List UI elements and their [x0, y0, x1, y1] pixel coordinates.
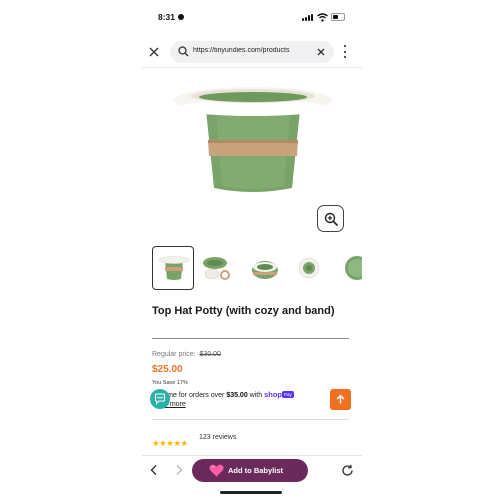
home-indicator [220, 491, 282, 494]
heart-icon [209, 464, 224, 477]
status-time: 8:31 [158, 12, 176, 22]
thumbnail-strip [152, 246, 362, 290]
zoom-button[interactable] [317, 205, 344, 232]
star-icon: ★ [180, 438, 189, 448]
browser-bar: https://tinyundies.com/products [142, 40, 362, 66]
thumbnail-4[interactable] [290, 246, 332, 290]
shop-pay-badge: Pay [282, 391, 294, 398]
thumbnail-2[interactable] [198, 246, 240, 290]
chat-button[interactable] [150, 389, 170, 409]
search-icon [178, 46, 189, 57]
kebab-menu-icon[interactable] [343, 45, 347, 59]
reload-icon[interactable] [341, 464, 354, 477]
thumbnail-5[interactable] [336, 246, 362, 290]
savings-text: You Save 17% [152, 380, 188, 386]
add-to-babylist-button[interactable]: Add to Babylist [192, 459, 308, 482]
installments-text: ver time for orders over $35.00 with sho… [152, 390, 332, 399]
cellular-signal-icon [302, 14, 314, 21]
add-to-babylist-label: Add to Babylist [228, 466, 284, 475]
url-text[interactable]: https://tinyundies.com/products [193, 47, 305, 54]
battery-icon [331, 13, 345, 21]
phone-screen: 8:31 https://tinyundies.com/products Top… [142, 0, 362, 500]
divider [142, 67, 362, 68]
thumbnail-3[interactable] [244, 246, 286, 290]
address-bar[interactable]: https://tinyundies.com/products [170, 41, 334, 63]
divider [152, 338, 349, 339]
scroll-to-top-button[interactable] [330, 389, 351, 410]
clear-icon[interactable] [316, 47, 326, 57]
divider [152, 419, 349, 420]
wifi-icon [317, 13, 328, 22]
shop-pay-logo: shop [264, 390, 282, 399]
product-title: Top Hat Potty (with cozy and band) [152, 305, 335, 317]
review-count[interactable]: 123 reviews [199, 434, 236, 441]
installments-amount: $35.00 [226, 392, 248, 399]
installments-suffix: with [247, 392, 265, 399]
arrow-up-icon [336, 394, 345, 404]
chevron-left-icon[interactable] [148, 464, 160, 476]
regular-price: Regular price: $30.00 [152, 351, 221, 358]
location-icon [178, 14, 184, 20]
sale-price: $25.00 [152, 364, 183, 375]
status-bar: 8:31 [142, 0, 362, 36]
chat-icon [154, 393, 166, 405]
original-price: $30.00 [199, 351, 221, 358]
product-image[interactable] [172, 82, 334, 198]
zoom-in-icon [324, 212, 339, 227]
star-rating[interactable]: ★★★★★ [152, 433, 188, 448]
close-icon[interactable] [148, 46, 160, 58]
thumbnail-1[interactable] [152, 246, 194, 290]
regular-price-label: Regular price: [152, 351, 196, 358]
browser-toolbar: Add to Babylist [142, 456, 362, 486]
chevron-right-icon[interactable] [173, 464, 185, 476]
